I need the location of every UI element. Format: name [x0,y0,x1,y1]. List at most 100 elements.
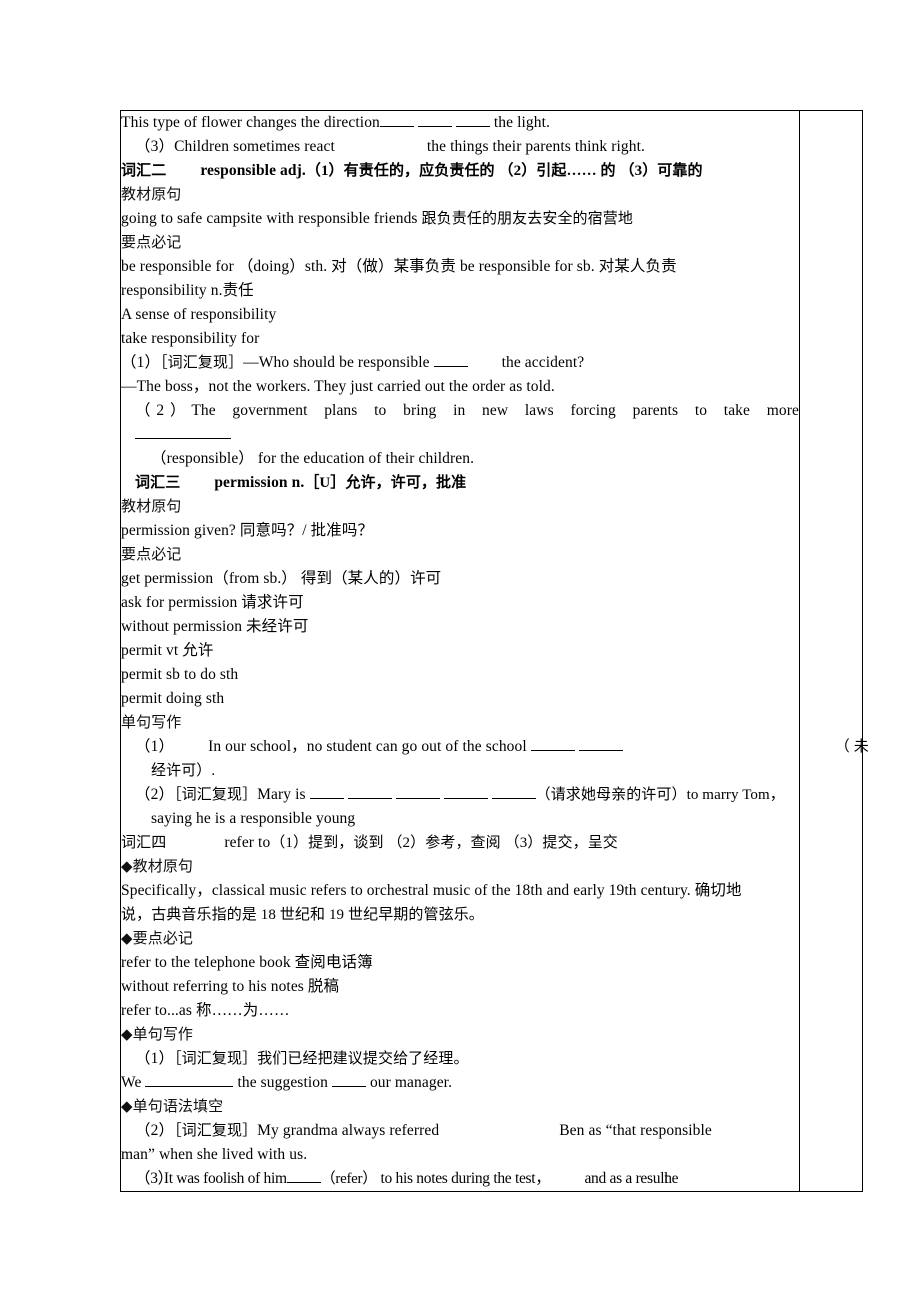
question-text: The government plans to bring in new law… [191,402,799,419]
question-text-e: he [664,1170,679,1187]
vocab-four-source-heading: ◆教材原句 [121,855,799,879]
question-chinese: 我们已经把建议提交给了经理。 [257,1051,469,1067]
vocab-entry-two-heading: 词汇二 responsible adj.（1）有责任的，应负责任的 （2）引起……… [121,159,799,183]
item-number: （2） [135,786,175,803]
fill-blank[interactable] [443,784,488,799]
vocab-four-keypoint-3: refer to...as 称……为…… [121,1002,290,1019]
vocab-three-keypoint-3: without permission 未经许可 [121,618,309,635]
question-text-b: Ben as “that responsible [559,1122,712,1139]
question-tag: ［词汇复现］ [160,355,244,371]
vocab-two-question-2: （2）The government plans to bring in new … [121,399,799,447]
vocab-four-word: refer to [224,834,271,851]
source-chinese: 跟负责任的朋友去安全的宿营地 [421,211,633,227]
fill-blank[interactable] [145,1072,190,1087]
source-heading-text: ◆教材原句 [121,859,194,875]
question-tag: ［词汇复现］ [174,1123,258,1139]
vocabulary-notes-table: This type of flower changes the directio… [120,110,869,1192]
vocab-two-keypoint-1: be responsible for （doing）sth. 对（做）某事负责 … [121,258,677,275]
fill-blank[interactable] [578,736,623,751]
vocab-two-source-sentence: going to safe campsite with responsible … [121,207,799,231]
vocab-four-source-sentence-a: Specifically，classical music refers to o… [121,882,742,899]
vocab-three-definitions: ［U］允许，许可，批准 [304,475,467,491]
main-content-cell: This type of flower changes the directio… [120,110,869,1192]
fill-blank[interactable] [347,784,392,799]
fill-blank[interactable] [417,112,452,127]
item-number: （2） [135,402,192,419]
item-number: （3） [135,138,175,155]
fill-blank[interactable] [395,784,440,799]
vocab-three-question-2: （2）［词汇复现］Mary is （请求她母亲的许可）to marry Tom， [121,783,799,807]
sentence-children-text: Children sometimes react [174,138,335,155]
answer-text-b: the suggestion [237,1074,328,1091]
vocab-two-question-1: （1）［词汇复现］—Who should be responsible the … [121,351,799,375]
vocab-four-definitions: （1）提到，谈到 （2）参考，查阅 （3）提交，呈交 [270,835,618,851]
vocab-two-keypoint-2: responsibility n.责任 [121,282,254,299]
vocab-three-keypoints-heading: 要点必记 [121,547,182,563]
fill-blank[interactable] [309,784,344,799]
vocab-four-question-1: （1）［词汇复现］我们已经把建议提交给了经理。 [121,1047,799,1071]
answer-text-c: our manager. [369,1074,453,1091]
vocab-two-source-heading: 教材原句 [121,187,182,203]
item-number: （1） [135,738,175,755]
vocab-two-definitions: （1）有责任的，应负责任的 （2）引起…… 的 （3）可靠的 [305,163,703,179]
question-text-a: Mary is [257,786,306,803]
fill-blank[interactable] [189,1072,234,1087]
vocab-two-question-1-answer: —The boss，not the workers. They just car… [121,378,555,395]
question-text-b: the accident? [501,354,585,371]
vocab-four-source-sentence-b: 说，古典音乐指的是 18 世纪和 19 世纪早期的管弦乐。 [121,907,484,923]
vocab-three-word: permission n. [214,474,305,491]
sentence-flower-direction: This type of flower changes the directio… [121,111,799,135]
question-text: In our school，no student can go out of t… [208,738,527,755]
vocab-four-label: 词汇四 [121,835,167,851]
sentence-flower-text: This type of flower changes the directio… [121,114,380,131]
fill-blank[interactable] [433,352,468,367]
question-text-a: —Who should be responsible [243,354,430,371]
question-tag: ［词汇复现］ [174,787,258,803]
vocab-three-keypoint-6: permit doing sth [121,690,225,707]
vocab-three-question-2-cont: saying he is a responsible young [151,810,356,827]
question-text-a: My grandma always referred [257,1122,440,1139]
item-number: （2） [135,1122,175,1139]
fill-blank[interactable] [455,112,490,127]
vocab-four-question-1-answer: We the suggestion our manager. [121,1071,799,1095]
question-text-b: （请求她母亲的许可）to marry Tom， [535,787,785,803]
fill-blank[interactable] [331,1072,366,1087]
vocab-four-question-2-cont: man” when she lived with us. [121,1146,308,1163]
vocab-entry-four-heading: 词汇四 refer to（1）提到，谈到 （2）参考，查阅 （3）提交，呈交 [121,831,799,855]
vocab-three-source-sentence: permission given? 同意吗？/ 批准吗？ [121,522,374,539]
vocab-three-source-heading: 教材原句 [121,499,182,515]
side-margin-cell [799,110,863,1192]
vocab-three-keypoint-5: permit sb to do sth [121,666,239,683]
fill-blank[interactable] [379,112,414,127]
question-text-c: to his notes during the test， [380,1170,551,1187]
vocab-three-question-1: （1） In our school，no student can go out o… [121,735,869,759]
vocab-entry-three-heading: 词汇三 permission n.［U］允许，许可，批准 [121,471,799,495]
question-tail: （ 未 [834,739,869,755]
vocab-four-keypoints-heading: ◆要点必记 [121,931,194,947]
vocab-two-word: responsible adj. [200,162,306,179]
fill-blank[interactable] [135,424,231,439]
fill-blank[interactable] [286,1168,321,1183]
vocab-four-question-2: （2）［词汇复现］My grandma always referred Ben a… [121,1119,799,1143]
fill-blank[interactable] [530,736,575,751]
vocab-three-keypoint-4: permit vt 允许 [121,642,214,659]
vocab-three-question-1-cont: 经许可）. [151,763,216,779]
question-text-d: and as a result [584,1170,669,1187]
vocab-two-keypoints-heading: 要点必记 [121,235,182,251]
vocab-two-keypoint-3: A sense of responsibility [121,306,277,323]
vocab-two-label: 词汇二 [121,163,167,179]
question-tag: ［词汇复现］ [174,1051,258,1067]
sentence-children-tail: the things their parents think right. [426,138,645,155]
fill-blank[interactable] [491,784,536,799]
vocab-four-keypoint-1: refer to the telephone book 查阅电话簿 [121,954,373,971]
source-english: going to safe campsite with responsible … [121,210,418,227]
vocab-four-keypoint-2: without referring to his notes 脱稿 [121,978,340,995]
sentence-flower-tail: the light. [493,114,550,131]
vocab-two-keypoint-4: take responsibility for [121,330,260,347]
vocab-three-label: 词汇三 [135,475,181,491]
vocab-three-keypoint-1: get permission（from sb.） 得到（某人的）许可 [121,570,442,587]
item-number: （1） [121,354,161,371]
question-hint: （refer） [320,1171,378,1187]
vocab-three-writing-heading: 单句写作 [121,715,182,731]
question-text-a: It was foolish of him [163,1170,287,1187]
